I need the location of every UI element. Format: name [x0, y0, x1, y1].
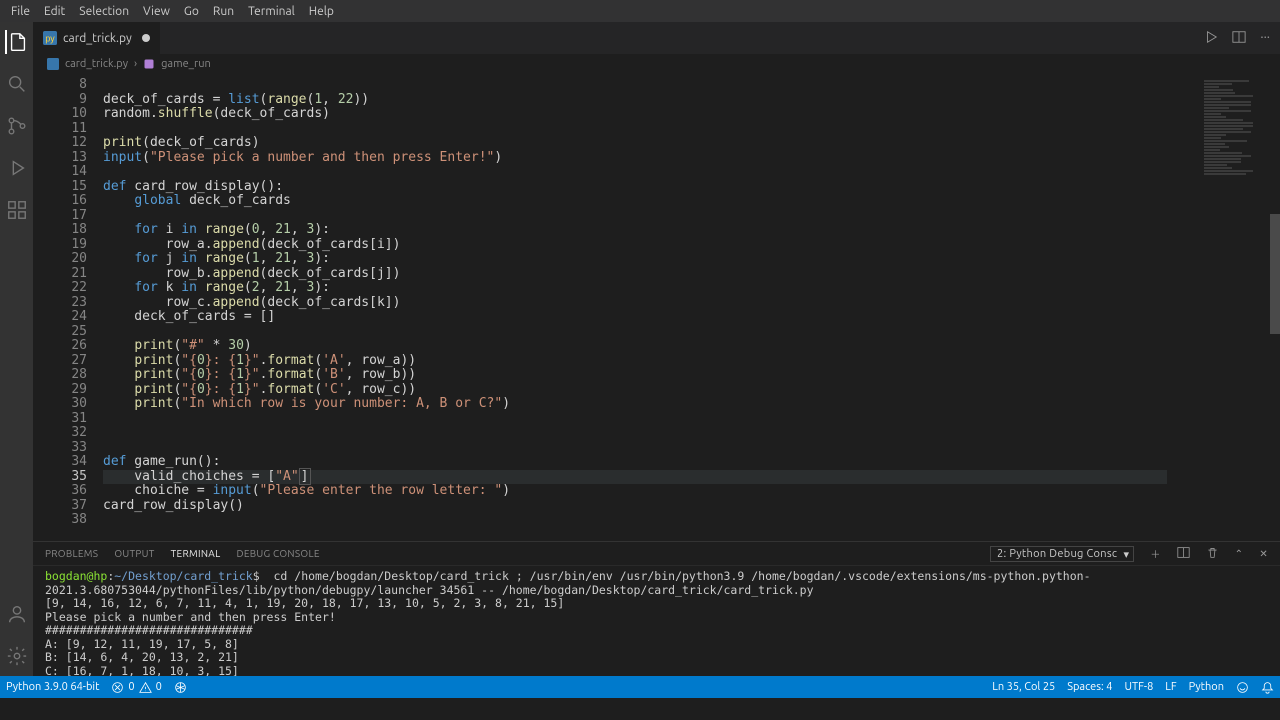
run-debug-icon[interactable] [5, 156, 29, 180]
editor-scrollbar[interactable] [1268, 74, 1280, 541]
explorer-icon[interactable] [5, 30, 29, 54]
split-editor-icon[interactable] [1232, 30, 1246, 47]
menu-terminal[interactable]: Terminal [241, 5, 302, 18]
status-cursor-position[interactable]: Ln 35, Col 25 [986, 681, 1061, 693]
python-file-icon: py [43, 31, 57, 45]
search-icon[interactable] [5, 72, 29, 96]
kill-terminal-icon[interactable] [1206, 546, 1219, 561]
panel-tab-terminal[interactable]: TERMINAL [171, 548, 221, 559]
python-file-icon [47, 58, 59, 70]
accounts-icon[interactable] [5, 602, 29, 626]
terminal-selector-dropdown[interactable]: 2: Python Debug Consc▾ [990, 546, 1134, 562]
status-python-version[interactable]: Python 3.9.0 64-bit [0, 681, 105, 693]
menu-edit[interactable]: Edit [37, 5, 72, 18]
menu-selection[interactable]: Selection [72, 5, 136, 18]
status-problems[interactable]: 0 0 [105, 681, 167, 694]
maximize-panel-icon[interactable]: ⌃ [1235, 548, 1244, 560]
menu-bar: File Edit Selection View Go Run Terminal… [0, 0, 1280, 22]
terminal-content[interactable]: bogdan@hp:~/Desktop/card_trick$ cd /home… [33, 566, 1280, 676]
status-indentation[interactable]: Spaces: 4 [1061, 681, 1118, 693]
extensions-icon[interactable] [5, 198, 29, 222]
breadcrumb-file[interactable]: card_trick.py [65, 58, 128, 70]
tab-bar: py card_trick.py ··· [33, 22, 1280, 54]
panel-tab-debug-console[interactable]: DEBUG CONSOLE [236, 548, 319, 559]
close-panel-icon[interactable]: ✕ [1259, 548, 1268, 560]
run-icon[interactable] [1204, 30, 1218, 47]
source-control-icon[interactable] [5, 114, 29, 138]
menu-run[interactable]: Run [206, 5, 241, 18]
menu-file[interactable]: File [4, 5, 37, 18]
status-eol[interactable]: LF [1159, 681, 1182, 693]
panel-tab-output[interactable]: OUTPUT [114, 548, 154, 559]
status-notifications-icon[interactable] [1255, 681, 1280, 694]
tab-label: card_trick.py [63, 32, 132, 45]
breadcrumb-symbol[interactable]: game_run [161, 58, 211, 70]
menu-help[interactable]: Help [302, 5, 341, 18]
status-encoding[interactable]: UTF-8 [1118, 681, 1159, 693]
tab-card-trick[interactable]: py card_trick.py [33, 22, 161, 54]
new-terminal-icon[interactable]: ＋ [1150, 546, 1160, 561]
activity-bar [0, 22, 33, 676]
status-live-share-icon[interactable] [168, 681, 193, 694]
editor[interactable]: 8910111213141516171819202122232425262728… [33, 74, 1280, 541]
warning-icon [139, 681, 152, 694]
menu-go[interactable]: Go [177, 5, 206, 18]
status-feedback-icon[interactable] [1230, 681, 1255, 694]
menu-view[interactable]: View [136, 5, 177, 18]
status-bar: Python 3.9.0 64-bit 0 0 Ln 35, Col 25 Sp… [0, 676, 1280, 698]
split-terminal-icon[interactable] [1177, 546, 1190, 561]
settings-gear-icon[interactable] [5, 644, 29, 668]
svg-text:py: py [45, 34, 55, 44]
status-language[interactable]: Python [1183, 681, 1230, 693]
line-gutter: 8910111213141516171819202122232425262728… [33, 74, 103, 541]
method-icon [143, 58, 155, 70]
bottom-panel: PROBLEMS OUTPUT TERMINAL DEBUG CONSOLE 2… [33, 541, 1280, 676]
error-icon [111, 681, 124, 694]
code-content[interactable]: deck_of_cards = list(range(1, 22))random… [103, 74, 1200, 541]
breadcrumb[interactable]: card_trick.py › game_run [33, 54, 1280, 74]
chevron-down-icon: ▾ [1123, 548, 1129, 561]
modified-indicator-icon [142, 34, 150, 42]
chevron-right-icon: › [134, 58, 137, 70]
more-actions-icon[interactable]: ··· [1260, 30, 1270, 47]
panel-tab-problems[interactable]: PROBLEMS [45, 548, 98, 559]
